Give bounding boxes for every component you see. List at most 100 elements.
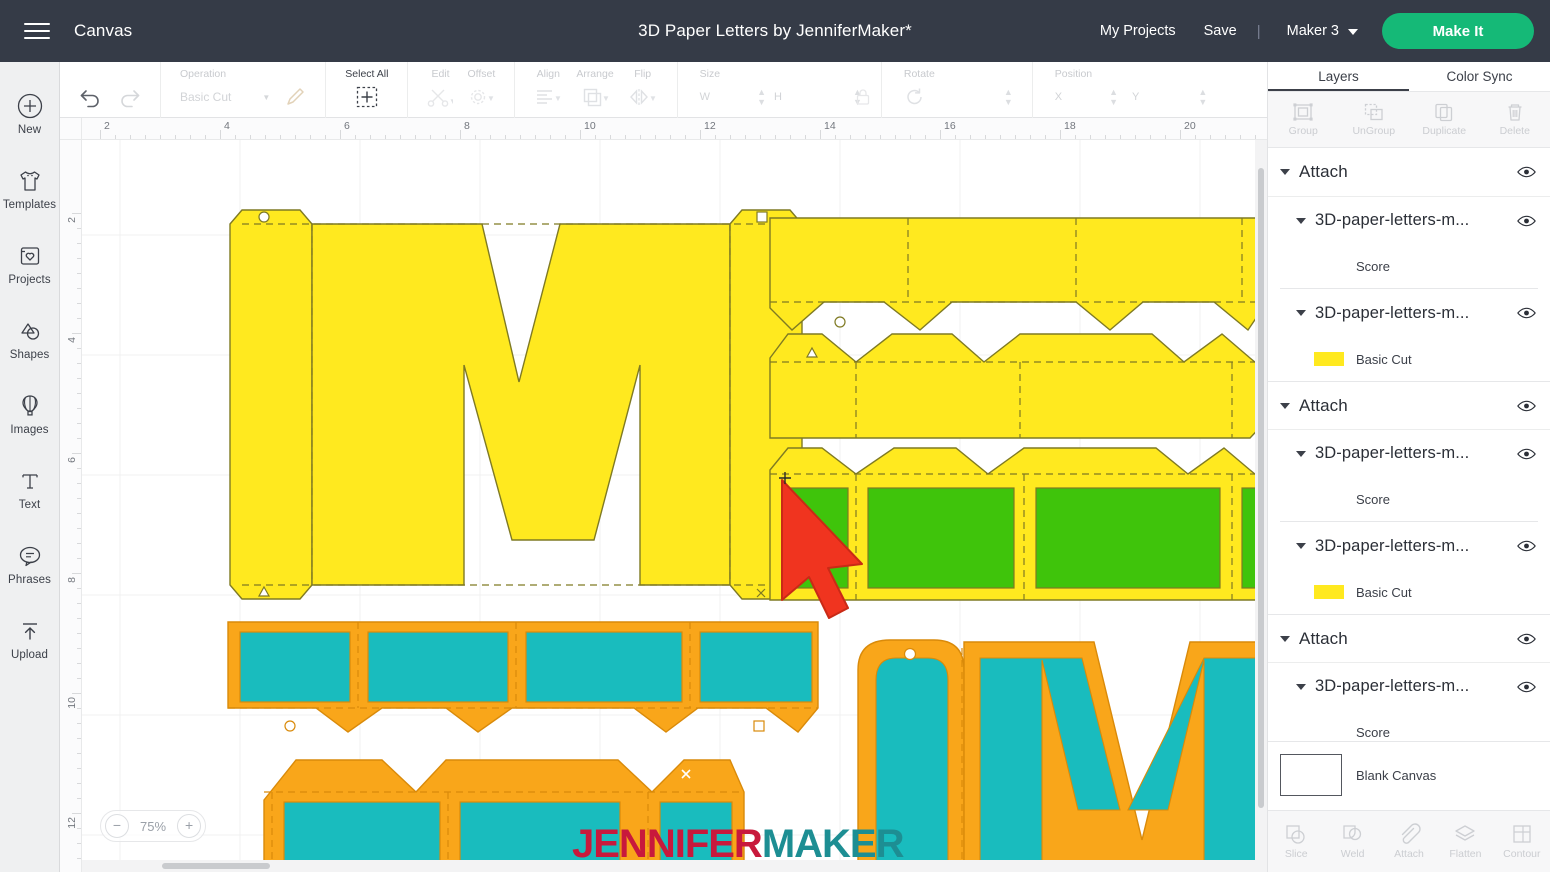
save-button[interactable]: Save [1190,23,1251,39]
rotate-input-row: ▲ ▼ [904,84,1013,110]
color-swatch-yellow[interactable] [1314,585,1344,599]
layer-leaf-basic-cut[interactable]: Basic Cut [1268,337,1550,381]
chevron-down-icon[interactable] [1296,310,1306,316]
flatten-button[interactable]: Flatten [1437,811,1493,872]
ruler-tick-minor [190,135,191,139]
sidebar-item-shapes[interactable]: Shapes [0,301,60,376]
layer-leaf-score[interactable]: Score [1268,710,1550,741]
canvas-artwork[interactable] [82,140,1267,872]
undo-button[interactable] [72,62,110,110]
layer-item[interactable]: 3D-paper-letters-m... [1268,196,1550,244]
chevron-down-icon[interactable] [1296,543,1306,549]
ungroup-button[interactable]: UnGroup [1339,92,1410,147]
chevron-down-icon[interactable] [1296,450,1306,457]
color-swatch-yellow[interactable] [1314,352,1344,366]
zoom-in-button[interactable]: + [177,814,202,838]
yellow-green-strip-3[interactable] [769,447,1267,601]
tab-layers[interactable]: Layers [1268,62,1409,91]
sidebar-item-upload[interactable]: Upload [0,601,60,676]
eye-icon[interactable] [1517,214,1536,228]
chevron-down-icon[interactable] [1296,683,1306,690]
layer-group-attach[interactable]: Attach [1268,381,1550,429]
make-it-button[interactable]: Make It [1382,13,1534,49]
sidebar-item-text[interactable]: Text [0,451,60,526]
vertical-scroll-thumb[interactable] [1258,168,1264,808]
chevron-down-icon[interactable] [1296,217,1306,224]
attach-label: Attach [1394,848,1424,860]
select-all-button[interactable]: Select All [338,62,395,110]
stepper-icon[interactable]: ▲ ▼ [1109,87,1118,107]
orange-teal-strip-2[interactable] [263,759,745,872]
eye-icon[interactable] [1517,680,1536,694]
sidebar-item-phrases[interactable]: Phrases [0,526,60,601]
my-projects-link[interactable]: My Projects [1086,23,1190,39]
eye-icon[interactable] [1517,539,1536,553]
arrange-button[interactable]: Arrange ▼ [569,62,620,110]
layer-item[interactable]: 3D-paper-letters-m... [1268,662,1550,710]
size-height-input[interactable] [784,87,827,107]
layer-leaf-score[interactable]: Score [1268,244,1550,288]
position-y-input[interactable] [1142,87,1185,107]
layer-group-attach[interactable]: Attach [1268,148,1550,196]
blank-canvas-swatch[interactable] [1280,754,1342,796]
lock-aspect-button[interactable] [846,62,880,110]
duplicate-button[interactable]: Duplicate [1409,92,1480,147]
sidebar-item-new[interactable]: New [0,76,60,151]
stepper-icon[interactable]: ▲ ▼ [1198,87,1207,107]
offset-button[interactable]: Offset ▼ [460,62,502,110]
design-canvas-area[interactable]: JENNIFERMAKER 2 4 6 8 10 12 14 16 18 20 2 4 6 8 10 12 … [60,118,1267,872]
line-type-color-button[interactable] [277,62,313,110]
zoom-out-button[interactable]: − [105,814,129,838]
orange-teal-letter-m[interactable] [857,639,1267,872]
chevron-down-icon[interactable] [1280,402,1290,409]
layer-list[interactable]: Attach 3D-paper-letters-m... Score 3D-pa… [1268,148,1550,741]
layer-group-attach[interactable]: Attach [1268,614,1550,662]
chevron-down-icon[interactable] [1280,635,1290,642]
align-button[interactable]: Align ▼ [527,62,569,110]
flip-button[interactable]: Flip ▼ [621,62,665,110]
ruler-tick-minor [265,135,266,139]
sidebar-item-projects[interactable]: Projects [0,226,60,301]
layer-leaf-score[interactable]: Score [1268,477,1550,521]
sidebar-item-images[interactable]: Images [0,376,60,451]
tab-color-sync[interactable]: Color Sync [1409,62,1550,91]
eye-icon[interactable] [1517,306,1536,320]
size-width-input[interactable] [713,87,756,107]
chevron-down-icon[interactable] [1280,169,1290,175]
lock-icon [854,84,872,110]
slice-button[interactable]: Slice [1268,811,1324,872]
layer-item[interactable]: 3D-paper-letters-m... [1268,289,1550,337]
eye-icon[interactable] [1517,632,1536,646]
redo-button[interactable] [110,62,148,110]
stepper-icon[interactable]: ▲ ▼ [757,87,766,107]
sidebar-item-templates[interactable]: Templates [0,151,60,226]
group-button[interactable]: Group [1268,92,1339,147]
edit-button[interactable]: Edit ▼ [420,62,460,110]
operation-select[interactable]: Operation Basic Cut ▼ [173,62,277,110]
layer-item[interactable]: 3D-paper-letters-m... [1268,429,1550,477]
ruler-tick-minor [77,543,81,544]
machine-selector[interactable]: Maker 3 [1267,23,1374,39]
delete-button[interactable]: Delete [1480,92,1550,147]
rotate-input[interactable] [961,87,1004,107]
eye-icon[interactable] [1517,399,1536,413]
hamburger-menu-icon[interactable] [6,0,68,62]
eye-icon[interactable] [1517,165,1536,179]
vertical-scrollbar[interactable] [1255,140,1267,860]
canvas-plot[interactable]: JENNIFERMAKER [82,140,1267,872]
contour-button[interactable]: Contour [1494,811,1550,872]
edit-toolbar: Operation Basic Cut ▼ Select All Edit ▼ … [60,62,1267,118]
chevron-down-icon[interactable]: ▼ [262,93,270,102]
position-x-input[interactable] [1065,87,1108,107]
ruler-tick-minor [1030,135,1031,139]
attach-button[interactable]: Attach [1381,811,1437,872]
blank-canvas-row[interactable]: Blank Canvas [1268,741,1550,810]
weld-button[interactable]: Weld [1324,811,1380,872]
horizontal-scroll-thumb[interactable] [162,863,270,869]
eye-icon[interactable] [1517,447,1536,461]
ruler-tick-minor [910,135,911,139]
stepper-icon[interactable]: ▲ ▼ [1004,87,1013,107]
layer-item[interactable]: 3D-paper-letters-m... [1268,522,1550,570]
layer-leaf-basic-cut[interactable]: Basic Cut [1268,570,1550,614]
horizontal-scrollbar[interactable] [82,860,1267,872]
